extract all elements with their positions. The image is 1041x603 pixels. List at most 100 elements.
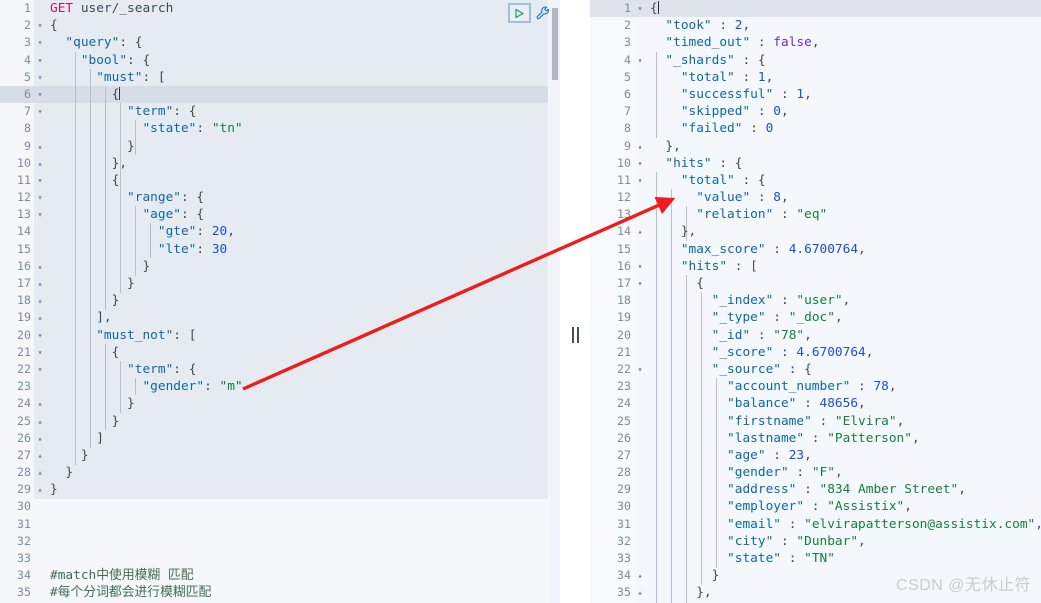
- code-text[interactable]: #match中使用模糊 匹配: [46, 567, 560, 584]
- code-text[interactable]: ]: [46, 430, 560, 447]
- code-text[interactable]: "lte": 30: [46, 241, 560, 258]
- code-text[interactable]: "bool": {: [46, 52, 560, 69]
- code-line[interactable]: 7 ▾ "term": {: [0, 103, 560, 120]
- fold-toggle-icon[interactable]: ▾: [34, 17, 46, 34]
- console-menu-button[interactable]: [534, 3, 552, 23]
- code-line[interactable]: 9 ▴ }: [0, 138, 560, 155]
- fold-toggle-icon[interactable]: ▴: [34, 258, 46, 275]
- code-line[interactable]: 29 ▴}: [0, 481, 560, 498]
- code-text[interactable]: "hits" : {: [646, 155, 1041, 172]
- code-text[interactable]: "query": {: [46, 34, 560, 51]
- code-line[interactable]: 5 "total" : 1,: [590, 69, 1041, 86]
- code-text[interactable]: {: [646, 0, 1041, 17]
- code-text[interactable]: "age" : 23,: [646, 447, 1041, 464]
- code-line[interactable]: 33 "state" : "TN": [590, 550, 1041, 567]
- code-text[interactable]: }: [46, 395, 560, 412]
- code-text[interactable]: },: [646, 223, 1041, 240]
- code-line[interactable]: 22 ▾ "term": {: [0, 361, 560, 378]
- code-line[interactable]: 18 ▴ }: [0, 292, 560, 309]
- fold-toggle-icon[interactable]: ▴: [34, 447, 46, 464]
- code-line[interactable]: 2 ▾{: [0, 17, 560, 34]
- fold-toggle-icon[interactable]: ▾: [34, 189, 46, 206]
- code-text[interactable]: {: [46, 17, 560, 34]
- code-line[interactable]: 27 "age" : 23,: [590, 447, 1041, 464]
- fold-toggle-icon[interactable]: ▴: [34, 413, 46, 430]
- code-text[interactable]: "range": {: [46, 189, 560, 206]
- code-text[interactable]: "_id" : "78",: [646, 327, 1041, 344]
- code-text[interactable]: ],: [46, 309, 560, 326]
- code-line[interactable]: 25 "firstname" : "Elvira",: [590, 413, 1041, 430]
- fold-toggle-icon[interactable]: ▴: [34, 275, 46, 292]
- response-viewer-panel[interactable]: 1 ▾{2 "took" : 2, 3 "timed_out" : false, 4 ▾…: [590, 0, 1041, 603]
- code-text[interactable]: "relation" : "eq": [646, 206, 1041, 223]
- code-line[interactable]: 13 "relation" : "eq": [590, 206, 1041, 223]
- code-text[interactable]: "total" : {: [646, 172, 1041, 189]
- code-line[interactable]: 21 "_score" : 4.6700764,: [590, 344, 1041, 361]
- code-text[interactable]: {: [46, 86, 560, 103]
- splitter-grip-icon[interactable]: [572, 327, 579, 343]
- code-text[interactable]: [46, 516, 560, 533]
- fold-toggle-icon[interactable]: ▾: [34, 86, 46, 103]
- fold-toggle-icon[interactable]: ▾: [34, 34, 46, 51]
- code-text[interactable]: "address" : "834 Amber Street",: [646, 481, 1041, 498]
- fold-toggle-icon[interactable]: ▾: [634, 275, 646, 292]
- code-text[interactable]: "_index" : "user",: [646, 292, 1041, 309]
- fold-toggle-icon[interactable]: ▾: [34, 52, 46, 69]
- code-text[interactable]: }: [46, 464, 560, 481]
- fold-toggle-icon[interactable]: ▾: [34, 69, 46, 86]
- fold-toggle-icon[interactable]: ▴: [634, 567, 646, 584]
- code-line[interactable]: 32: [0, 533, 560, 550]
- code-text[interactable]: "employer" : "Assistix",: [646, 498, 1041, 515]
- code-text[interactable]: "failed" : 0: [646, 120, 1041, 137]
- code-text[interactable]: "hits" : [: [646, 258, 1041, 275]
- code-text[interactable]: "account_number" : 78,: [646, 378, 1041, 395]
- code-line[interactable]: 5 ▾ "must": [: [0, 69, 560, 86]
- code-line[interactable]: 34 #match中使用模糊 匹配: [0, 567, 560, 584]
- code-text[interactable]: {: [646, 275, 1041, 292]
- code-line[interactable]: 9 ▴ },: [590, 138, 1041, 155]
- code-text[interactable]: "email" : "elvirapatterson@assistix.com"…: [646, 516, 1041, 533]
- fold-toggle-icon[interactable]: ▾: [634, 258, 646, 275]
- code-text[interactable]: "state": "tn": [46, 120, 560, 137]
- code-line[interactable]: 17 ▾ {: [590, 275, 1041, 292]
- code-text[interactable]: "max_score" : 4.6700764,: [646, 241, 1041, 258]
- code-text[interactable]: },: [646, 138, 1041, 155]
- fold-toggle-icon[interactable]: ▾: [34, 172, 46, 189]
- code-line[interactable]: 18 "_index" : "user",: [590, 292, 1041, 309]
- code-line[interactable]: 20 ▾ "must_not": [: [0, 327, 560, 344]
- fold-toggle-icon[interactable]: ▾: [634, 361, 646, 378]
- code-line[interactable]: 10 ▴ },: [0, 155, 560, 172]
- code-line[interactable]: 24 "balance" : 48656,: [590, 395, 1041, 412]
- code-line[interactable]: 21 ▾ {: [0, 344, 560, 361]
- code-text[interactable]: "_score" : 4.6700764,: [646, 344, 1041, 361]
- code-line[interactable]: 13 ▾ "age": {: [0, 206, 560, 223]
- code-text[interactable]: },: [46, 155, 560, 172]
- fold-toggle-icon[interactable]: ▴: [34, 155, 46, 172]
- fold-toggle-icon[interactable]: ▴: [34, 395, 46, 412]
- code-text[interactable]: "_source" : {: [646, 361, 1041, 378]
- code-line[interactable]: 8 "state": "tn": [0, 120, 560, 137]
- code-line[interactable]: 19 ▴ ],: [0, 309, 560, 326]
- code-text[interactable]: "successful" : 1,: [646, 86, 1041, 103]
- code-text[interactable]: [46, 550, 560, 567]
- code-line[interactable]: 31: [0, 516, 560, 533]
- code-line[interactable]: 3 ▾ "query": {: [0, 34, 560, 51]
- fold-toggle-icon[interactable]: ▾: [34, 327, 46, 344]
- code-line[interactable]: 14 ▴ },: [590, 223, 1041, 240]
- code-line[interactable]: 1 ▾ {: [590, 0, 1041, 17]
- code-line[interactable]: 23 "account_number" : 78,: [590, 378, 1041, 395]
- code-text[interactable]: "term": {: [46, 361, 560, 378]
- code-line[interactable]: 30 "employer" : "Assistix",: [590, 498, 1041, 515]
- fold-toggle-icon[interactable]: ▴: [34, 481, 46, 498]
- code-text[interactable]: #每个分词都会进行模糊匹配: [46, 584, 560, 601]
- code-text[interactable]: "must_not": [: [46, 327, 560, 344]
- code-line[interactable]: 12 ▾ "range": {: [0, 189, 560, 206]
- code-text[interactable]: }: [46, 275, 560, 292]
- request-code-lines[interactable]: 1 GET user/_search 2 ▾{3 ▾ "query": {4 ▾ "boo…: [0, 0, 560, 603]
- code-line[interactable]: 16 ▾ "hits" : [: [590, 258, 1041, 275]
- code-line[interactable]: 19 "_type" : "_doc",: [590, 309, 1041, 326]
- request-editor-panel[interactable]: 1 GET user/_search 2 ▾{3 ▾ "query": {4 ▾ "boo…: [0, 0, 560, 603]
- code-text[interactable]: "took" : 2,: [646, 17, 1041, 34]
- code-text[interactable]: "age": {: [46, 206, 560, 223]
- code-text[interactable]: "_shards" : {: [646, 52, 1041, 69]
